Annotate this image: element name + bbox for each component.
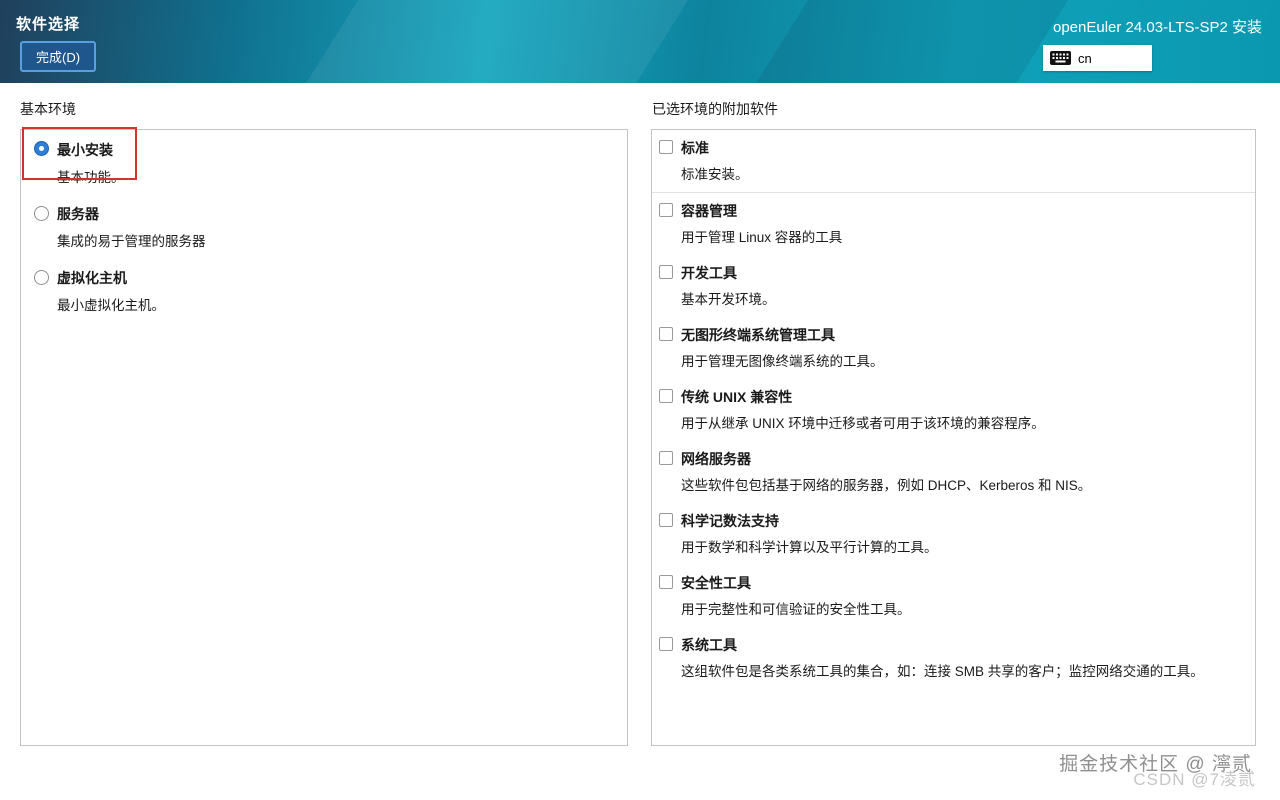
banner-decor-shape [733,0,1087,83]
addon-label: 容器管理 [681,201,1243,221]
env-option-description: 最小虚拟化主机。 [57,294,617,314]
addon-item-scientific-support[interactable]: 科学记数法支持 用于数学和科学计算以及平行计算的工具。 [652,503,1255,565]
addon-description: 基本开发环境。 [681,288,1243,308]
installer-window: 软件选择 完成(D) openEuler 24.03-LTS-SP2 安装 cn… [0,0,1280,800]
watermark-juejin: 掘金技术社区 @ 濘贰 [1059,749,1252,776]
addon-label: 传统 UNIX 兼容性 [681,387,1243,407]
radio-button[interactable] [34,141,49,156]
checkbox[interactable] [659,265,673,279]
done-button[interactable]: 完成(D) [20,41,96,72]
addon-item-network-servers[interactable]: 网络服务器 这些软件包包括基于网络的服务器，例如 DHCP、Kerberos 和… [652,441,1255,503]
keyboard-layout-code: cn [1078,51,1092,66]
addon-description: 标准安装。 [681,163,1243,183]
checkbox[interactable] [659,637,673,651]
banner-decor-shape [283,0,707,83]
env-option-label: 虚拟化主机 [57,268,617,288]
addon-description: 用于完整性和可信验证的安全性工具。 [681,598,1243,618]
base-environment-panel: 最小安装 基本功能。 服务器 集成的易于管理的服务器 虚拟化主机 最小虚拟化主机… [20,129,628,746]
env-option-label: 服务器 [57,204,617,224]
base-environment-heading: 基本环境 [20,99,76,119]
checkbox[interactable] [659,203,673,217]
addon-label: 网络服务器 [681,449,1243,469]
addon-item-standard[interactable]: 标准 标准安装。 [652,130,1255,193]
addon-description: 这些软件包包括基于网络的服务器，例如 DHCP、Kerberos 和 NIS。 [681,474,1243,494]
page-title: 软件选择 [16,13,80,34]
addon-label: 科学记数法支持 [681,511,1243,531]
addon-label: 系统工具 [681,635,1243,655]
keyboard-layout-indicator[interactable]: cn [1043,45,1152,71]
addon-item-security-tools[interactable]: 安全性工具 用于完整性和可信验证的安全性工具。 [652,565,1255,627]
addon-item-headless-management[interactable]: 无图形终端系统管理工具 用于管理无图像终端系统的工具。 [652,317,1255,379]
addon-item-container-management[interactable]: 容器管理 用于管理 Linux 容器的工具 [652,193,1255,255]
addon-label: 无图形终端系统管理工具 [681,325,1243,345]
addon-item-system-tools[interactable]: 系统工具 这组软件包是各类系统工具的集合，如：连接 SMB 共享的客户；监控网络… [652,627,1255,689]
checkbox[interactable] [659,327,673,341]
addon-label: 开发工具 [681,263,1243,283]
addon-item-development-tools[interactable]: 开发工具 基本开发环境。 [652,255,1255,317]
distro-title: openEuler 24.03-LTS-SP2 安装 [1053,16,1262,37]
env-option-virtualization-host[interactable]: 虚拟化主机 最小虚拟化主机。 [21,259,627,323]
addon-item-legacy-unix[interactable]: 传统 UNIX 兼容性 用于从继承 UNIX 环境中迁移或者可用于该环境的兼容程… [652,379,1255,441]
checkbox[interactable] [659,451,673,465]
env-option-minimal-install[interactable]: 最小安装 基本功能。 [21,130,627,195]
addon-description: 用于从继承 UNIX 环境中迁移或者可用于该环境的兼容程序。 [681,412,1243,432]
addon-description: 用于管理无图像终端系统的工具。 [681,350,1243,370]
env-option-label: 最小安装 [57,140,617,160]
checkbox[interactable] [659,389,673,403]
env-option-description: 基本功能。 [57,166,617,186]
radio-button[interactable] [34,270,49,285]
addon-description: 用于数学和科学计算以及平行计算的工具。 [681,536,1243,556]
addon-description: 这组软件包是各类系统工具的集合，如：连接 SMB 共享的客户；监控网络交通的工具… [681,660,1243,680]
checkbox[interactable] [659,513,673,527]
radio-button[interactable] [34,206,49,221]
addons-panel: 标准 标准安装。 容器管理 用于管理 Linux 容器的工具 开发工具 基本开发… [651,129,1256,746]
addon-label: 安全性工具 [681,573,1243,593]
addons-heading: 已选环境的附加软件 [652,99,778,119]
addon-label: 标准 [681,138,1243,158]
checkbox[interactable] [659,140,673,154]
checkbox[interactable] [659,575,673,589]
keyboard-icon [1050,51,1071,65]
addon-description: 用于管理 Linux 容器的工具 [681,226,1243,246]
env-option-description: 集成的易于管理的服务器 [57,230,617,250]
env-option-server[interactable]: 服务器 集成的易于管理的服务器 [21,195,627,259]
